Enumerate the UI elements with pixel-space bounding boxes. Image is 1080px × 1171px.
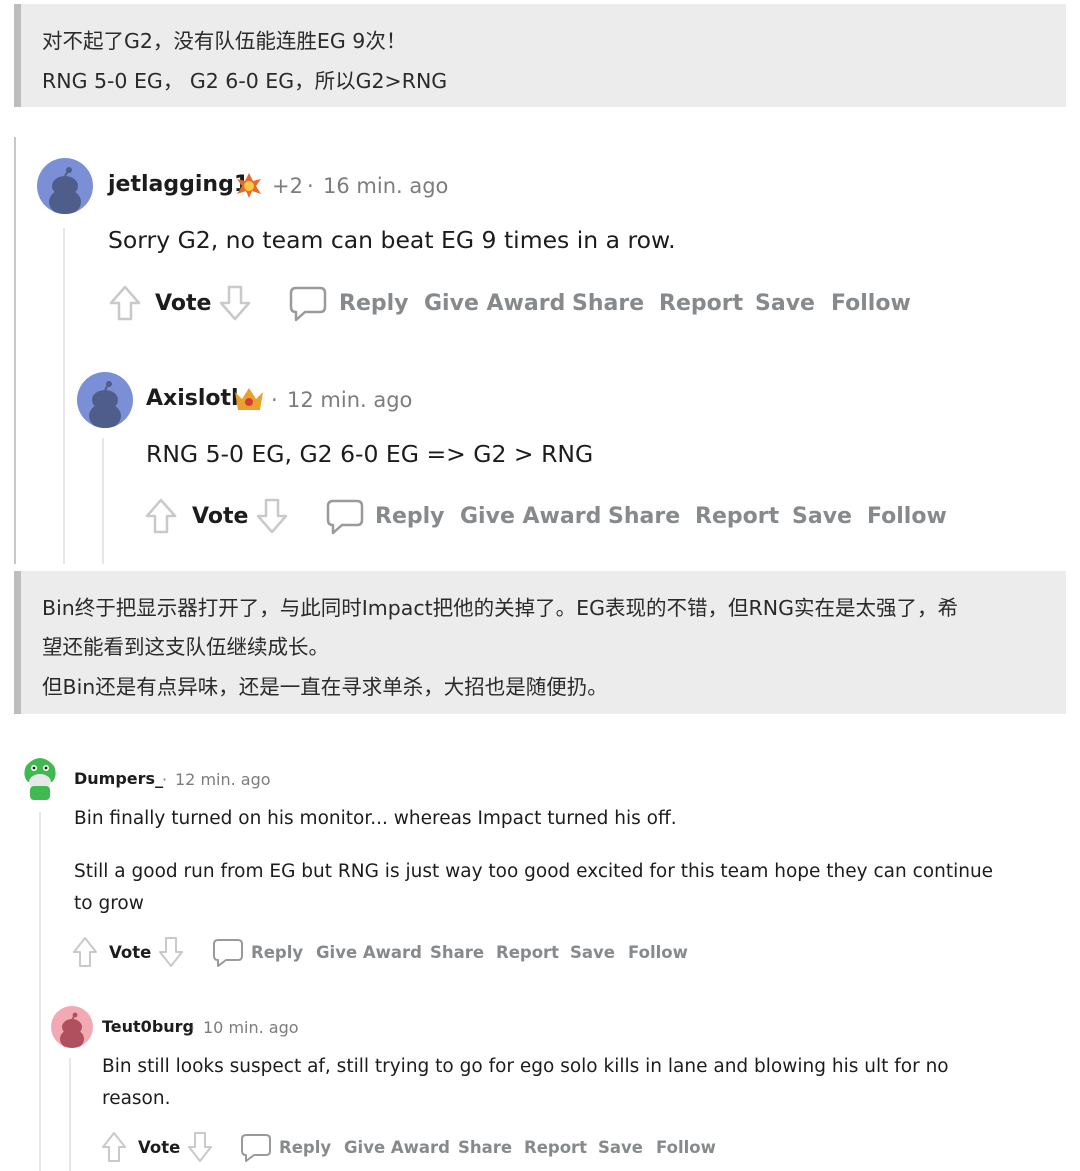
thread-line-3[interactable] xyxy=(39,812,41,1171)
chinese-caption-2: Bin终于把显示器打开了，与此同时Impact把他的关掉了。EG表现的不错，但R… xyxy=(14,571,1066,714)
give-award-button[interactable]: Give Award xyxy=(424,291,565,316)
caption-2-line-3: 但Bin还是有点异味，还是一直在寻求单杀，大招也是随便扔。 xyxy=(42,675,608,699)
username[interactable]: Axislotl xyxy=(146,386,239,411)
downvote-icon[interactable] xyxy=(255,497,289,535)
thread-line-2[interactable] xyxy=(102,438,104,564)
save-button[interactable]: Save xyxy=(570,943,615,962)
give-award-button[interactable]: Give Award xyxy=(316,943,422,962)
avatar[interactable] xyxy=(51,1006,93,1048)
meta-separator: · xyxy=(190,1018,196,1037)
reply-button[interactable]: Reply xyxy=(279,1138,331,1157)
username[interactable]: Teut0burg xyxy=(102,1017,194,1036)
reply-button[interactable]: Reply xyxy=(375,504,445,529)
upvote-icon[interactable] xyxy=(72,936,98,968)
follow-button[interactable]: Follow xyxy=(831,291,911,316)
avatar[interactable] xyxy=(77,372,133,428)
meta-separator: · xyxy=(307,174,314,198)
upvote-icon[interactable] xyxy=(144,497,178,535)
comment-timestamp[interactable]: 12 min. ago xyxy=(287,388,412,412)
downvote-icon[interactable] xyxy=(158,936,184,968)
comment-timestamp[interactable]: 12 min. ago xyxy=(175,770,271,789)
caption-2-line-2: 望还能看到这支队伍继续成长。 xyxy=(42,635,329,659)
comment-timestamp[interactable]: 16 min. ago xyxy=(323,174,448,198)
comment-timestamp[interactable]: 10 min. ago xyxy=(203,1018,299,1037)
report-button[interactable]: Report xyxy=(695,504,779,529)
comment-body-line-3: to grow xyxy=(74,893,144,914)
meta-separator: · xyxy=(162,770,168,789)
upvote-icon[interactable] xyxy=(108,284,142,322)
report-button[interactable]: Report xyxy=(524,1138,587,1157)
comment-bubble-icon[interactable] xyxy=(325,498,365,536)
caption-2-line-1: Bin终于把显示器打开了，与此同时Impact把他的关掉了。EG表现的不错，但R… xyxy=(42,596,958,620)
comment-body: Sorry G2, no team can beat EG 9 times in… xyxy=(108,226,676,254)
upvote-icon[interactable] xyxy=(101,1131,127,1163)
follow-button[interactable]: Follow xyxy=(656,1138,716,1157)
caption-1-line-2: RNG 5-0 EG， G2 6-0 EG，所以G2>RNG xyxy=(42,69,448,93)
award-icon xyxy=(234,170,264,200)
give-award-button[interactable]: Give Award xyxy=(344,1138,450,1157)
caption-1-line-1: 对不起了G2，没有队伍能连胜EG 9次！ xyxy=(42,29,407,53)
save-button[interactable]: Save xyxy=(792,504,852,529)
vote-label: Vote xyxy=(109,943,152,962)
comment-body-line-2: Still a good run from EG but RNG is just… xyxy=(74,861,994,882)
vote-label: Vote xyxy=(138,1138,181,1157)
avatar[interactable] xyxy=(37,158,93,214)
share-button[interactable]: Share xyxy=(572,291,644,316)
comment-body: RNG 5-0 EG, G2 6-0 EG => G2 > RNG xyxy=(146,440,594,468)
vote-label: Vote xyxy=(155,291,212,316)
save-button[interactable]: Save xyxy=(598,1138,643,1157)
comment-body-line-1: Bin finally turned on his monitor... whe… xyxy=(74,808,677,829)
username[interactable]: Dumpers_ xyxy=(74,769,163,788)
avatar[interactable] xyxy=(18,752,62,800)
thread-line-1[interactable] xyxy=(63,228,65,564)
meta-separator: · xyxy=(271,388,278,412)
save-button[interactable]: Save xyxy=(755,291,815,316)
report-button[interactable]: Report xyxy=(659,291,743,316)
give-award-button[interactable]: Give Award xyxy=(460,504,601,529)
report-button[interactable]: Report xyxy=(496,943,559,962)
share-button[interactable]: Share xyxy=(430,943,484,962)
comment-body-line-1: Bin still looks suspect af, still trying… xyxy=(102,1056,949,1077)
thread-line-4[interactable] xyxy=(69,1058,71,1171)
follow-button[interactable]: Follow xyxy=(867,504,947,529)
crown-award-icon xyxy=(232,384,266,414)
comment-bubble-icon[interactable] xyxy=(240,1133,272,1163)
downvote-icon[interactable] xyxy=(187,1131,213,1163)
reply-button[interactable]: Reply xyxy=(251,943,303,962)
comment-score: +2 xyxy=(272,174,303,198)
share-button[interactable]: Share xyxy=(458,1138,512,1157)
panel-1-border xyxy=(14,137,16,564)
comment-bubble-icon[interactable] xyxy=(288,285,328,323)
reply-button[interactable]: Reply xyxy=(339,291,409,316)
username[interactable]: jetlagging1 xyxy=(108,172,249,197)
vote-label: Vote xyxy=(192,504,249,529)
share-button[interactable]: Share xyxy=(608,504,680,529)
comment-body-line-2: reason. xyxy=(102,1088,171,1109)
comment-bubble-icon[interactable] xyxy=(212,938,244,968)
downvote-icon[interactable] xyxy=(218,284,252,322)
chinese-caption-1: 对不起了G2，没有队伍能连胜EG 9次！ RNG 5-0 EG， G2 6-0 … xyxy=(14,4,1066,107)
follow-button[interactable]: Follow xyxy=(628,943,688,962)
